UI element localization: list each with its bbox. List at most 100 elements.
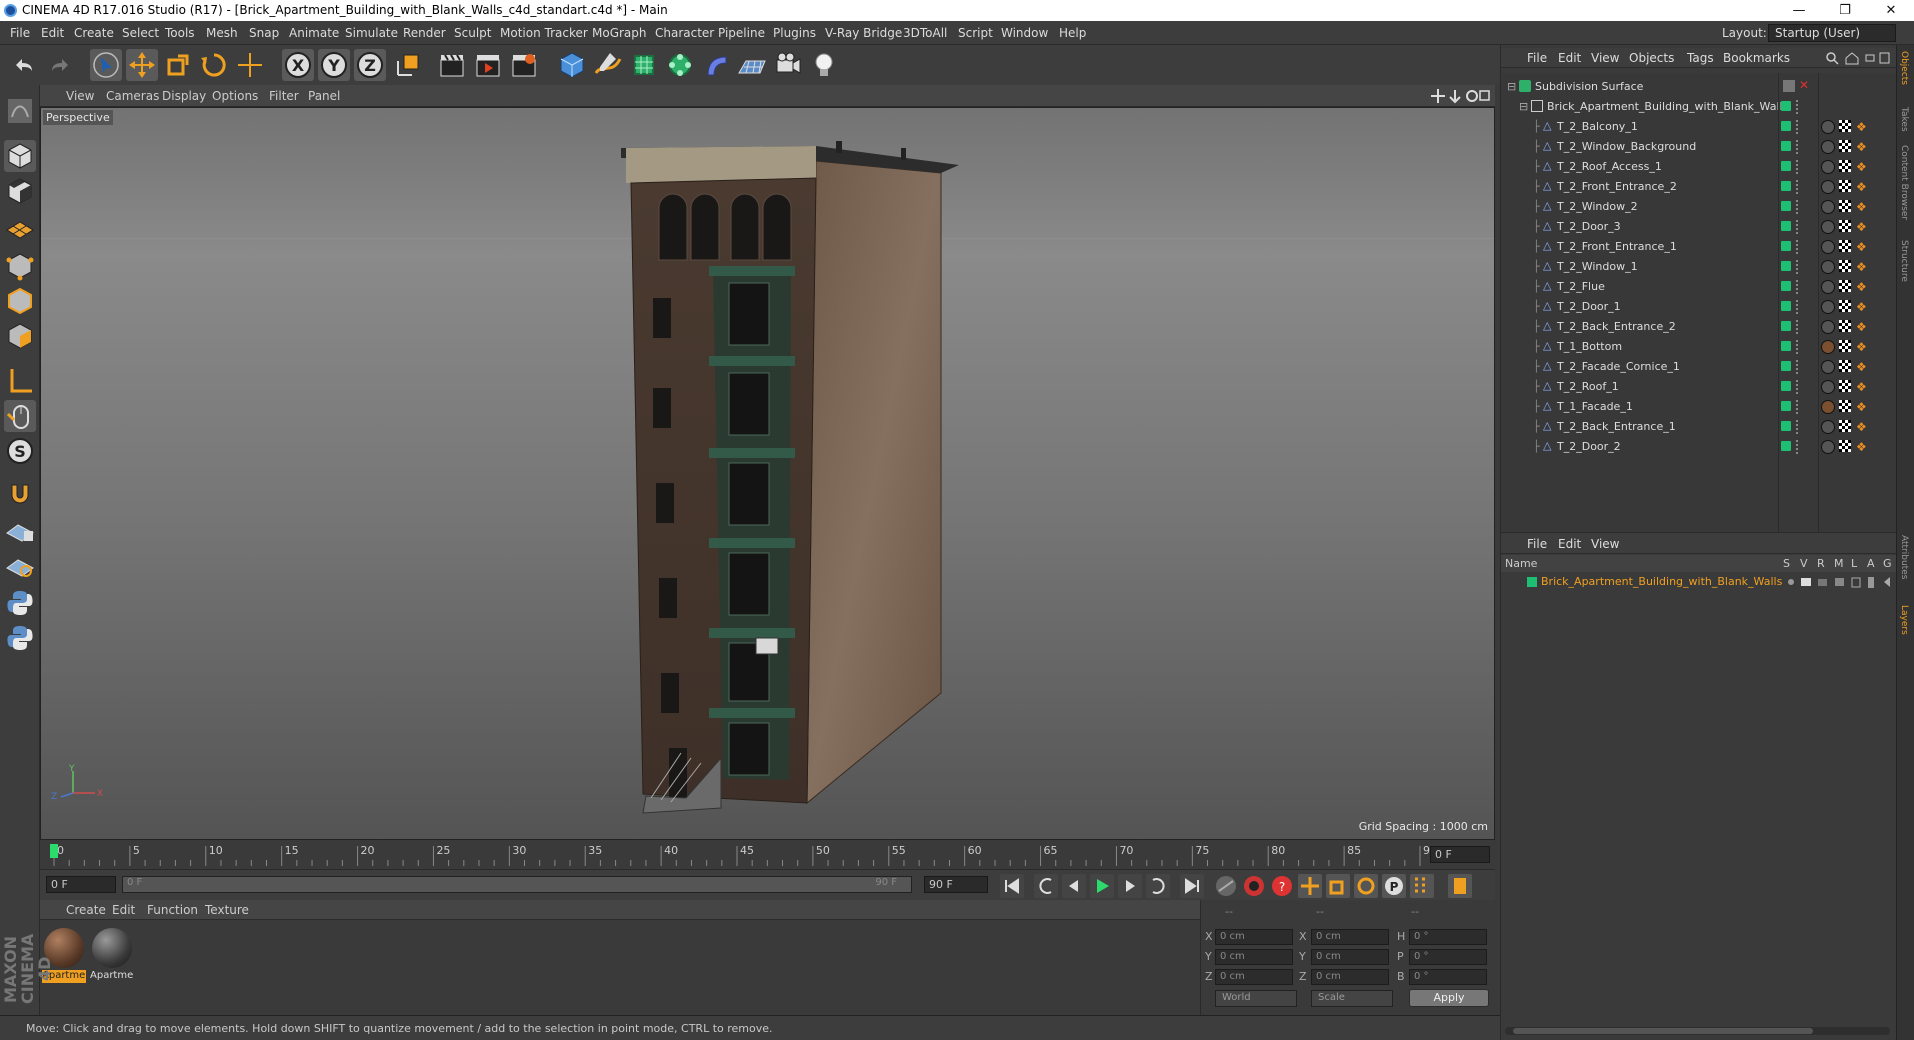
- size-mode-dropdown[interactable]: Scale: [1311, 990, 1393, 1007]
- uvw-tag-icon[interactable]: ❖: [1856, 420, 1870, 434]
- enable-axis-button[interactable]: [4, 365, 36, 397]
- layer-toggle-icons[interactable]: [1786, 575, 1896, 589]
- texture-tag-icon[interactable]: [1839, 260, 1851, 272]
- minimize-button[interactable]: —: [1776, 0, 1822, 21]
- layer-menu-file[interactable]: File: [1527, 537, 1547, 551]
- material-tag-icon[interactable]: [1821, 340, 1835, 354]
- texture-tag-icon[interactable]: [1839, 120, 1851, 132]
- objmgr-menu-bookmarks[interactable]: Bookmarks: [1723, 51, 1790, 65]
- uvw-tag-icon[interactable]: ❖: [1856, 120, 1870, 134]
- previous-keyframe-icon[interactable]: [1034, 874, 1058, 898]
- layer-menu-view[interactable]: View: [1591, 537, 1619, 551]
- texture-tag-icon[interactable]: [1839, 160, 1851, 172]
- tree-row-object[interactable]: ├ △ T_2_Door_3 ❖: [1501, 217, 1897, 237]
- rotation-b-field[interactable]: 0 °: [1409, 969, 1487, 985]
- uvw-tag-icon[interactable]: ❖: [1856, 140, 1870, 154]
- edges-mode-button[interactable]: [4, 285, 36, 317]
- status-green[interactable]: [1781, 101, 1791, 111]
- menu-edit[interactable]: Edit: [41, 26, 64, 40]
- tree-row-object[interactable]: ├ △ T_2_Balcony_1 ❖: [1501, 117, 1897, 137]
- workplane-axis-button[interactable]: [4, 550, 36, 582]
- model-mode-button[interactable]: [4, 140, 36, 172]
- objmgr-header-icons[interactable]: [1826, 51, 1892, 65]
- make-editable-button[interactable]: [4, 95, 36, 127]
- status-green[interactable]: [1781, 201, 1791, 211]
- material-tag-icon[interactable]: [1821, 400, 1835, 414]
- next-keyframe-icon[interactable]: [1146, 874, 1170, 898]
- collapse-toggle[interactable]: ⊟: [1507, 80, 1516, 93]
- magnet-button[interactable]: [4, 477, 36, 509]
- texture-tag-icon[interactable]: [1839, 380, 1851, 392]
- menu-tools[interactable]: Tools: [165, 26, 195, 40]
- texture-tag-icon[interactable]: [1839, 300, 1851, 312]
- position-x-field[interactable]: 0 cm: [1215, 929, 1293, 945]
- size-y-field[interactable]: 0 cm: [1311, 949, 1389, 965]
- tree-row-object[interactable]: ├ △ T_2_Front_Entrance_2 ❖: [1501, 177, 1897, 197]
- texture-tag-icon[interactable]: [1839, 180, 1851, 192]
- material-tag-icon[interactable]: [1821, 220, 1835, 234]
- uvw-tag-icon[interactable]: ❖: [1856, 220, 1870, 234]
- tab-content-browser[interactable]: Content Browser: [1899, 145, 1909, 220]
- material-tag-icon[interactable]: [1821, 280, 1835, 294]
- tree-row-object[interactable]: ├ △ T_2_Front_Entrance_1 ❖: [1501, 237, 1897, 257]
- menu-create[interactable]: Create: [74, 26, 114, 40]
- floor-button[interactable]: [736, 49, 768, 81]
- camera-button[interactable]: [772, 49, 804, 81]
- texture-tag-icon[interactable]: [1839, 280, 1851, 292]
- status-green[interactable]: [1781, 361, 1791, 371]
- apply-button[interactable]: Apply: [1409, 989, 1489, 1007]
- close-x-icon[interactable]: ✕: [1799, 78, 1809, 92]
- tree-row-subdivision-surface[interactable]: ⊟ Subdivision Surface ✕: [1501, 77, 1897, 97]
- layer-horizontal-scrollbar[interactable]: [1505, 1027, 1890, 1035]
- material-tag-icon[interactable]: [1821, 440, 1835, 454]
- position-z-field[interactable]: 0 cm: [1215, 969, 1293, 985]
- uvw-tag-icon[interactable]: ❖: [1856, 160, 1870, 174]
- menu-select[interactable]: Select: [122, 26, 159, 40]
- objmgr-menu-file[interactable]: File: [1527, 51, 1547, 65]
- layer-row[interactable]: Brick_Apartment_Building_with_Blank_Wall…: [1501, 573, 1897, 591]
- status-green[interactable]: [1781, 261, 1791, 271]
- move-tool[interactable]: [126, 49, 158, 81]
- material-tag-icon[interactable]: [1821, 140, 1835, 154]
- status-green[interactable]: [1781, 301, 1791, 311]
- viewport-menu-options[interactable]: Options: [212, 89, 258, 103]
- tweak-mode-button[interactable]: [4, 400, 36, 432]
- menu-window[interactable]: Window: [1001, 26, 1048, 40]
- enabled-check-icon[interactable]: [1783, 80, 1795, 92]
- render-to-picture-viewer-button[interactable]: [472, 49, 504, 81]
- status-green[interactable]: [1781, 181, 1791, 191]
- status-green[interactable]: [1781, 441, 1791, 451]
- z-axis-toggle[interactable]: Z: [354, 49, 386, 81]
- uvw-tag-icon[interactable]: ❖: [1856, 380, 1870, 394]
- size-z-field[interactable]: 0 cm: [1311, 969, 1389, 985]
- timeline-window-icon[interactable]: [1448, 874, 1472, 898]
- tree-row-group[interactable]: ⊟ Brick_Apartment_Building_with_Blank_Wal…: [1501, 97, 1897, 117]
- menu-help[interactable]: Help: [1059, 26, 1086, 40]
- layer-menu-edit[interactable]: Edit: [1558, 537, 1581, 551]
- key-position-icon[interactable]: [1298, 874, 1322, 898]
- menu-vray-bridge[interactable]: V-Ray Bridge: [825, 26, 902, 40]
- viewport-menu-view[interactable]: View: [66, 89, 94, 103]
- subdivision-surface-button[interactable]: [628, 49, 660, 81]
- uvw-tag-icon[interactable]: ❖: [1856, 260, 1870, 274]
- texture-tag-icon[interactable]: [1839, 200, 1851, 212]
- motion-path-icon[interactable]: [1216, 876, 1236, 896]
- key-parameter-icon[interactable]: P: [1382, 874, 1406, 898]
- texture-tag-icon[interactable]: [1839, 400, 1851, 412]
- transform-tool[interactable]: [234, 49, 266, 81]
- menu-plugins[interactable]: Plugins: [773, 26, 816, 40]
- material-tag-icon[interactable]: [1821, 360, 1835, 374]
- menu-character[interactable]: Character: [655, 26, 714, 40]
- key-scale-icon[interactable]: [1326, 874, 1350, 898]
- undo-button[interactable]: [8, 49, 40, 81]
- end-frame-field[interactable]: 90 F: [924, 876, 988, 893]
- material-tag-icon[interactable]: [1821, 420, 1835, 434]
- render-settings-button[interactable]: [508, 49, 540, 81]
- rotation-p-field[interactable]: 0 °: [1409, 949, 1487, 965]
- status-green[interactable]: [1781, 161, 1791, 171]
- cube-primitive-button[interactable]: [556, 49, 588, 81]
- viewport-menu-filter[interactable]: Filter: [269, 89, 299, 103]
- uvw-tag-icon[interactable]: ❖: [1856, 340, 1870, 354]
- timeline-ruler[interactable]: 051015202530354045505560657075808590 0 F: [40, 840, 1495, 870]
- tree-row-object[interactable]: ├ △ T_2_Back_Entrance_1 ❖: [1501, 417, 1897, 437]
